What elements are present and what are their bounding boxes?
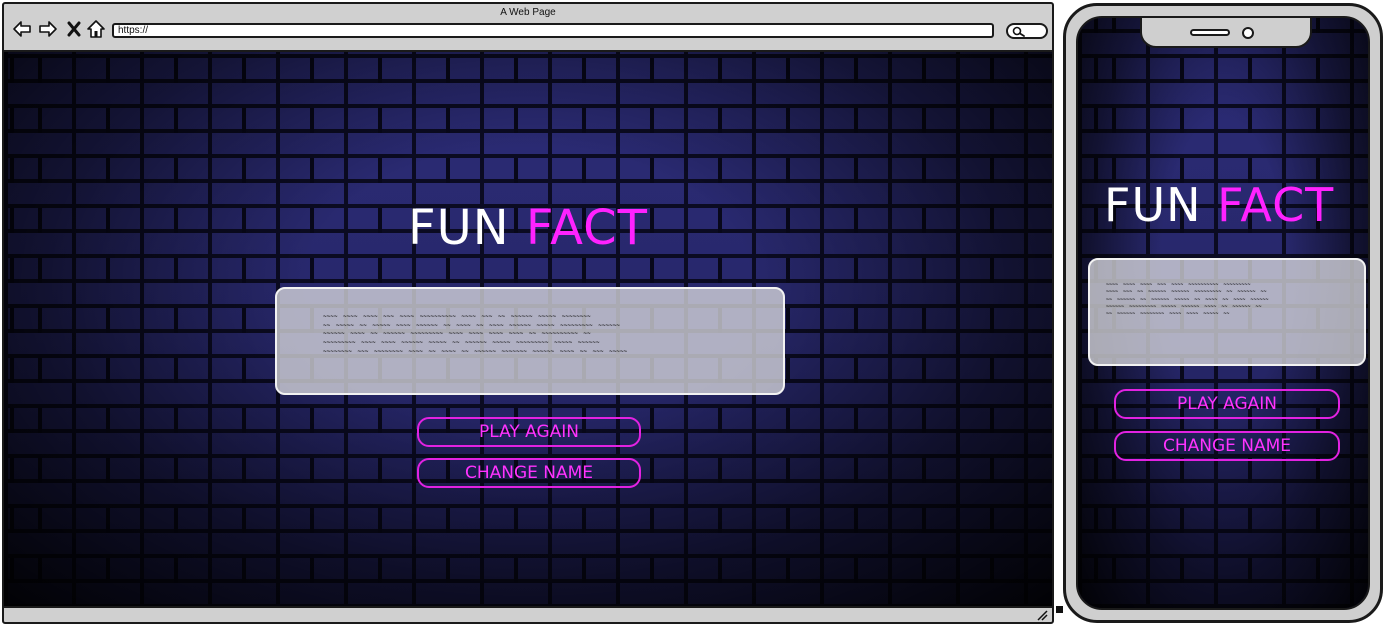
fact-line: ~~~~~~ ~~~~~~~~~ ~~~~~ ~~~~~~ ~~~~ ~~ ~~… [1106, 303, 1262, 310]
fact-line: ~~~~~~~~~ ~~~~ ~~~~ ~~~~~~ ~~~~~ ~~ ~~~~… [323, 339, 600, 347]
page-viewport: FUN FACT ~~~~ ~~~~ ~~~~ ~~~ ~~~~ ~~~~~~~… [4, 52, 1052, 608]
window-title: A Web Page [500, 7, 556, 18]
search-icon [1012, 26, 1025, 37]
fact-line: ~~ ~~~~~ ~~ ~~~~~ ~~~~ ~~~~~~ ~~ ~~~~ ~~… [323, 321, 620, 329]
forward-arrow-icon[interactable] [38, 19, 58, 39]
fact-line: ~~ ~~~~~~ ~~~~~~~~ ~~~~ ~~~~ ~~~~~ ~~ [1106, 311, 1230, 317]
back-arrow-icon[interactable] [12, 19, 32, 39]
mobile-change-name-button[interactable]: CHANGE NAME [1114, 431, 1340, 461]
fact-line: ~~ ~~~~~~ ~~ ~~~~~~ ~~~~~ ~~ ~~~~ ~~ ~~~… [1106, 296, 1269, 303]
fact-text: ~~~~ ~~~~ ~~~~ ~~~ ~~~~ ~~~~~~~~~~ ~~~~ … [323, 313, 743, 356]
phone-frame: FUN FACT ~~~~ ~~~~ ~~~~ ~~~ ~~~~ ~~~~~~~… [1063, 3, 1383, 623]
mobile-page-title: FUN FACT [1104, 178, 1334, 232]
mobile-fact-text: ~~~~ ~~~~ ~~~~ ~~~ ~~~~ ~~~~~~~~~~ ~~~~~… [1106, 282, 1352, 318]
divider-dot [1056, 606, 1063, 613]
browser-status-bar [4, 606, 1052, 622]
play-again-button[interactable]: PLAY AGAIN [417, 417, 641, 447]
fact-line: ~~~~~~~~ ~~~ ~~~~~~~~ ~~~~ ~~ ~~~~ ~~ ~~… [323, 347, 628, 355]
mobile-play-again-button[interactable]: PLAY AGAIN [1114, 389, 1340, 419]
fact-line: ~~~~ ~~~~ ~~~~ ~~~ ~~~~ ~~~~~~~~~~ ~~~~~… [1106, 282, 1251, 288]
fact-text-box: ~~~~ ~~~~ ~~~~ ~~~ ~~~~ ~~~~~~~~~~ ~~~~ … [275, 287, 785, 395]
browser-window: A Web Page https:// FUN FACT ~~~~ ~~~~ ~… [2, 2, 1054, 624]
change-name-button[interactable]: CHANGE NAME [417, 458, 641, 488]
speaker-icon [1190, 29, 1230, 36]
camera-icon [1242, 27, 1254, 39]
browser-toolbar: A Web Page https:// [4, 4, 1052, 52]
phone-notch [1140, 18, 1312, 48]
search-button[interactable] [1006, 23, 1048, 39]
close-icon[interactable] [64, 19, 84, 39]
fact-line: ~~~~~~ ~~~~ ~~ ~~~~~~ ~~~~~~~~~ ~~~~ ~~~… [323, 330, 591, 338]
fact-line: ~~~~ ~~~ ~~ ~~~~~~ ~~~~~~ ~~~~~~~~~ ~~ ~… [1106, 289, 1267, 296]
mobile-fact-text-box: ~~~~ ~~~~ ~~~~ ~~~ ~~~~ ~~~~~~~~~~ ~~~~~… [1088, 258, 1366, 366]
resize-grip-icon[interactable] [1036, 609, 1048, 621]
fact-line: ~~~~ ~~~~ ~~~~ ~~~ ~~~~ ~~~~~~~~~~ ~~~~ … [323, 313, 591, 320]
home-icon[interactable] [86, 19, 106, 39]
title-word-fun: FUN [408, 200, 510, 256]
mobile-title-word-fact: FACT [1217, 178, 1335, 232]
address-bar[interactable]: https:// [112, 23, 994, 38]
page-title: FUN FACT [408, 200, 648, 256]
title-word-fact: FACT [525, 200, 648, 256]
phone-screen: FUN FACT ~~~~ ~~~~ ~~~~ ~~~ ~~~~ ~~~~~~~… [1076, 16, 1370, 610]
mobile-title-word-fun: FUN [1104, 178, 1202, 232]
